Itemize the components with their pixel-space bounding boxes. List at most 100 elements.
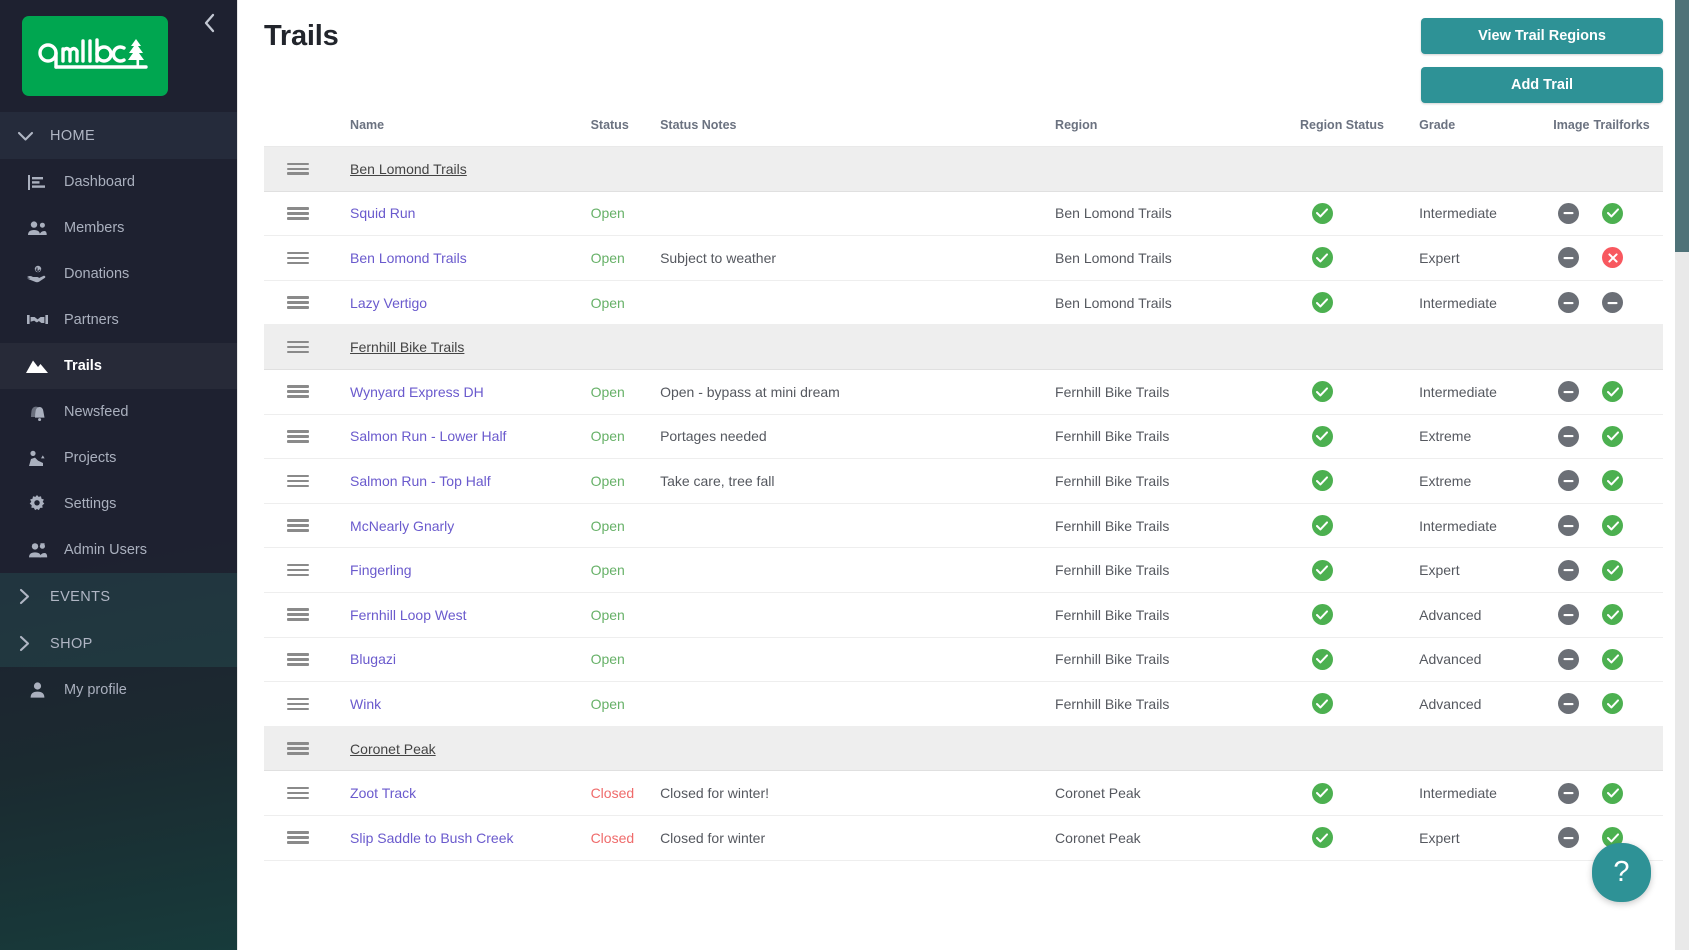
check-circle-icon[interactable] <box>1602 693 1624 715</box>
check-circle-icon[interactable] <box>1602 648 1624 670</box>
check-circle-icon[interactable] <box>1311 425 1333 447</box>
check-circle-icon[interactable] <box>1311 247 1333 269</box>
trail-name-link[interactable]: Salmon Run - Lower Half <box>350 428 506 444</box>
drag-handle[interactable] <box>264 829 350 846</box>
trail-name-link[interactable]: McNearly Gnarly <box>350 518 454 534</box>
trail-name-link[interactable]: Ben Lomond Trails <box>350 250 467 266</box>
column-header-status-notes[interactable]: Status Notes <box>660 118 1056 147</box>
sidebar-item-members[interactable]: Members <box>0 205 237 251</box>
trail-name-link[interactable]: Wink <box>350 696 381 712</box>
column-header-region-status[interactable]: Region Status <box>1299 118 1420 147</box>
trail-name-link[interactable]: Squid Run <box>350 205 415 221</box>
drag-handle[interactable] <box>264 472 350 489</box>
drag-handle[interactable] <box>264 606 350 623</box>
column-header-grade[interactable]: Grade <box>1419 118 1550 147</box>
column-header-image[interactable]: Image <box>1549 118 1594 147</box>
sidebar-item-projects[interactable]: Projects <box>0 435 237 481</box>
check-circle-icon[interactable] <box>1311 515 1333 537</box>
column-header-status[interactable]: Status <box>590 118 661 147</box>
check-circle-icon[interactable] <box>1602 604 1624 626</box>
row-drag-handle-cell[interactable] <box>264 369 351 415</box>
check-circle-icon[interactable] <box>1311 827 1333 849</box>
drag-handle[interactable] <box>264 294 350 311</box>
trail-name-link[interactable]: Lazy Vertigo <box>350 295 427 311</box>
add-trail-button[interactable]: Add Trail <box>1421 67 1663 103</box>
drag-handle[interactable] <box>264 517 350 534</box>
group-drag-handle-cell[interactable] <box>264 146 351 192</box>
sidebar-item-newsfeed[interactable]: Newsfeed <box>0 389 237 435</box>
sidebar-item-donations[interactable]: Donations <box>0 251 237 297</box>
row-drag-handle-cell[interactable] <box>264 815 351 861</box>
minus-circle-icon[interactable] <box>1558 425 1580 447</box>
row-drag-handle-cell[interactable] <box>264 681 351 727</box>
check-circle-icon[interactable] <box>1311 782 1333 804</box>
drag-handle[interactable] <box>264 249 350 266</box>
sidebar-section-shop[interactable]: SHOP <box>0 620 237 667</box>
check-circle-icon[interactable] <box>1311 559 1333 581</box>
row-drag-handle-cell[interactable] <box>264 637 351 683</box>
row-drag-handle-cell[interactable] <box>264 191 351 237</box>
drag-handle[interactable] <box>264 561 350 578</box>
group-name[interactable]: Coronet Peak <box>350 741 436 757</box>
drag-handle[interactable] <box>264 339 350 356</box>
check-circle-icon[interactable] <box>1602 559 1624 581</box>
trail-name-link[interactable]: Fingerling <box>350 562 411 578</box>
minus-circle-icon[interactable] <box>1558 202 1580 224</box>
row-drag-handle-cell[interactable] <box>264 770 351 816</box>
row-drag-handle-cell[interactable] <box>264 503 351 549</box>
minus-circle-icon[interactable] <box>1558 604 1580 626</box>
minus-circle-icon[interactable] <box>1558 782 1580 804</box>
minus-circle-icon[interactable] <box>1602 292 1624 314</box>
drag-handle[interactable] <box>264 160 350 177</box>
check-circle-icon[interactable] <box>1602 515 1624 537</box>
minus-circle-icon[interactable] <box>1558 470 1580 492</box>
trail-name-link[interactable]: Zoot Track <box>350 785 416 801</box>
row-drag-handle-cell[interactable] <box>264 235 351 281</box>
minus-circle-icon[interactable] <box>1558 292 1580 314</box>
check-circle-icon[interactable] <box>1311 202 1333 224</box>
check-circle-icon[interactable] <box>1311 693 1333 715</box>
minus-circle-icon[interactable] <box>1558 827 1580 849</box>
row-drag-handle-cell[interactable] <box>264 414 351 460</box>
column-header-region[interactable]: Region <box>1055 118 1300 147</box>
row-drag-handle-cell[interactable] <box>264 458 351 504</box>
check-circle-icon[interactable] <box>1602 782 1624 804</box>
help-button[interactable]: ? <box>1592 843 1651 902</box>
trail-name-link[interactable]: Slip Saddle to Bush Creek <box>350 830 513 846</box>
qmtbc-logo[interactable] <box>22 16 168 96</box>
view-trail-regions-button[interactable]: View Trail Regions <box>1421 18 1663 54</box>
sidebar-item-settings[interactable]: Settings <box>0 481 237 527</box>
group-drag-handle-cell[interactable] <box>264 324 351 370</box>
minus-circle-icon[interactable] <box>1558 381 1580 403</box>
sidebar-item-partners[interactable]: Partners <box>0 297 237 343</box>
minus-circle-icon[interactable] <box>1558 559 1580 581</box>
trail-name-link[interactable]: Blugazi <box>350 651 396 667</box>
group-name[interactable]: Ben Lomond Trails <box>350 161 467 177</box>
drag-handle[interactable] <box>264 740 350 757</box>
minus-circle-icon[interactable] <box>1558 648 1580 670</box>
minus-circle-icon[interactable] <box>1558 247 1580 269</box>
trail-name-link[interactable]: Salmon Run - Top Half <box>350 473 491 489</box>
trail-name-link[interactable]: Fernhill Loop West <box>350 607 466 623</box>
drag-handle[interactable] <box>264 428 350 445</box>
drag-handle[interactable] <box>264 651 350 668</box>
sidebar-item-admin-users[interactable]: Admin Users <box>0 527 237 573</box>
sidebar-item-my-profile[interactable]: My profile <box>0 667 237 713</box>
row-drag-handle-cell[interactable] <box>264 547 351 593</box>
sidebar-collapse-button[interactable] <box>197 10 223 36</box>
drag-handle[interactable] <box>264 205 350 222</box>
check-circle-icon[interactable] <box>1311 604 1333 626</box>
column-header-name[interactable]: Name <box>350 118 591 147</box>
check-circle-icon[interactable] <box>1311 470 1333 492</box>
group-drag-handle-cell[interactable] <box>264 726 351 772</box>
column-header-trailforks[interactable]: Trailforks <box>1593 118 1663 147</box>
check-circle-icon[interactable] <box>1602 202 1624 224</box>
check-circle-icon[interactable] <box>1602 425 1624 447</box>
vertical-scrollbar[interactable] <box>1675 0 1689 950</box>
check-circle-icon[interactable] <box>1311 648 1333 670</box>
minus-circle-icon[interactable] <box>1558 515 1580 537</box>
row-drag-handle-cell[interactable] <box>264 592 351 638</box>
check-circle-icon[interactable] <box>1602 381 1624 403</box>
x-circle-icon[interactable] <box>1602 247 1624 269</box>
group-name[interactable]: Fernhill Bike Trails <box>350 339 464 355</box>
